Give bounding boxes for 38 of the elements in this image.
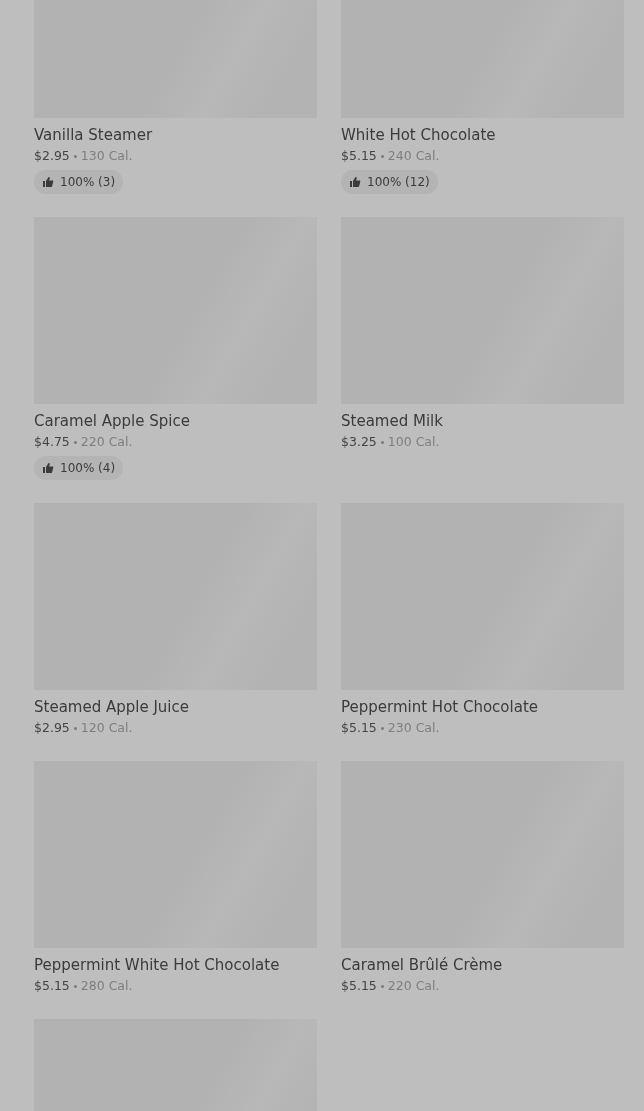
item-name: Caramel Apple Spice — [34, 411, 191, 432]
separator-dot-icon — [380, 984, 384, 988]
item-calories: 120 Cal. — [80, 719, 133, 737]
separator-dot-icon — [73, 726, 77, 730]
item-name: White Hot Chocolate — [341, 125, 497, 146]
item-calories: 240 Cal. — [387, 147, 440, 165]
thumbs-up-icon — [42, 176, 54, 188]
thumbs-up-icon — [42, 462, 54, 474]
item-name: Peppermint Hot Chocolate — [341, 697, 539, 718]
item-price: $5.15 — [341, 977, 377, 995]
separator-dot-icon — [73, 154, 77, 158]
separator-dot-icon — [380, 154, 384, 158]
item-name: Steamed Milk — [341, 411, 444, 432]
item-calories: 280 Cal. — [80, 977, 133, 995]
item-price: $5.15 — [34, 977, 70, 995]
item-calories: 130 Cal. — [80, 147, 133, 165]
item-price: $3.25 — [341, 433, 377, 451]
rating-text: 100% (12) — [367, 175, 430, 189]
separator-dot-icon — [380, 440, 384, 444]
separator-dot-icon — [73, 984, 77, 988]
item-calories: 220 Cal. — [80, 433, 133, 451]
item-calories: 230 Cal. — [387, 719, 440, 737]
item-name: Peppermint White Hot Chocolate — [34, 955, 281, 976]
item-price: $4.75 — [34, 433, 70, 451]
item-calories: 220 Cal. — [387, 977, 440, 995]
item-calories: 100 Cal. — [387, 433, 440, 451]
item-name: Caramel Brûlé Crème — [341, 955, 504, 976]
item-price: $5.15 — [341, 147, 377, 165]
rating-text: 100% (4) — [60, 461, 116, 475]
item-price: $2.95 — [34, 147, 70, 165]
rating-text: 100% (3) — [60, 175, 116, 189]
separator-dot-icon — [380, 726, 384, 730]
thumbs-up-icon — [349, 176, 361, 188]
item-price: $5.15 — [341, 719, 377, 737]
item-name: Vanilla Steamer — [34, 125, 154, 146]
separator-dot-icon — [73, 440, 77, 444]
item-price: $2.95 — [34, 719, 70, 737]
item-name: Steamed Apple Juice — [34, 697, 190, 718]
